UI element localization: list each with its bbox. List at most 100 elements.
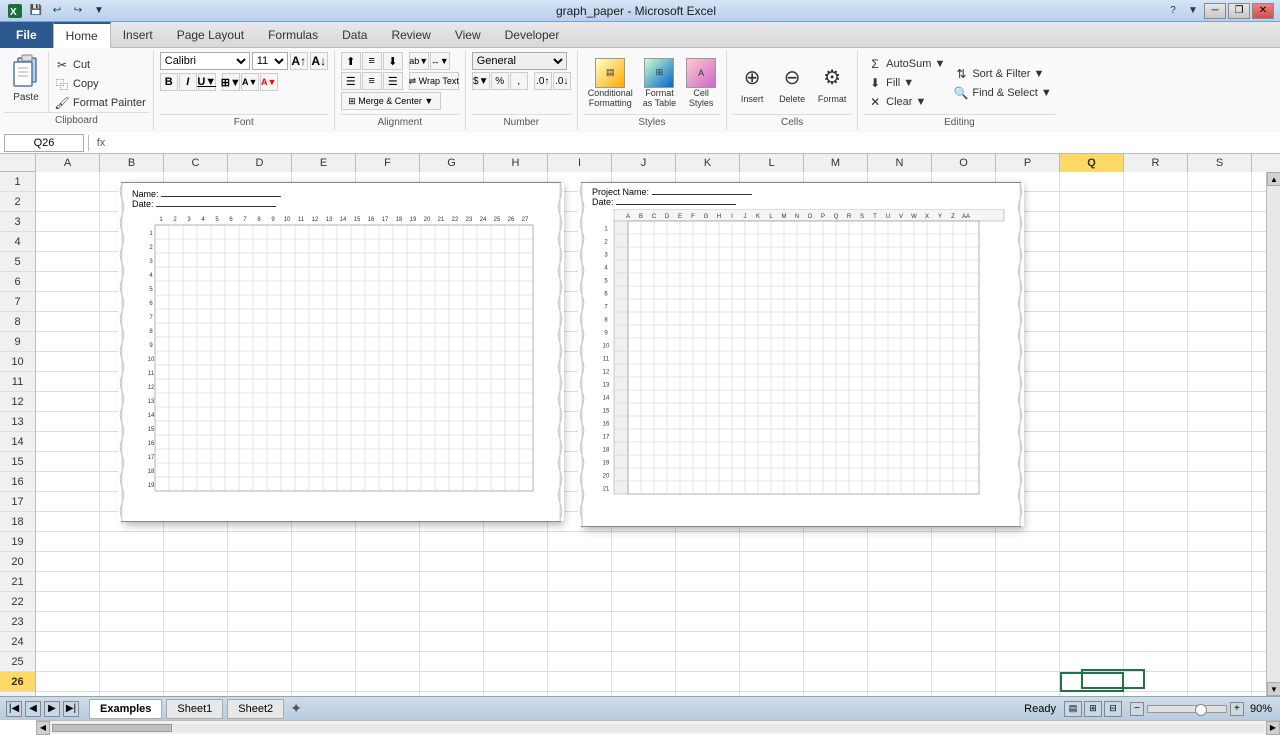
cell-A10[interactable]: [36, 352, 100, 372]
cell-F26[interactable]: [356, 672, 420, 692]
cell-Q1[interactable]: [1060, 172, 1124, 192]
cell-F25[interactable]: [356, 652, 420, 672]
cell-M19[interactable]: [804, 532, 868, 552]
cell-T22[interactable]: [1252, 592, 1266, 612]
cell-K23[interactable]: [676, 612, 740, 632]
cell-E27[interactable]: [292, 692, 356, 696]
customize-btn[interactable]: ▼: [90, 3, 108, 19]
orientation-btn[interactable]: ab▼: [409, 52, 429, 70]
cell-A25[interactable]: [36, 652, 100, 672]
cell-B20[interactable]: [100, 552, 164, 572]
cell-T24[interactable]: [1252, 632, 1266, 652]
cell-R24[interactable]: [1124, 632, 1188, 652]
cell-R22[interactable]: [1124, 592, 1188, 612]
col-header-J[interactable]: J: [612, 154, 676, 172]
cell-F19[interactable]: [356, 532, 420, 552]
cell-L21[interactable]: [740, 572, 804, 592]
cell-K26[interactable]: [676, 672, 740, 692]
cell-Q8[interactable]: [1060, 312, 1124, 332]
cell-A14[interactable]: [36, 432, 100, 452]
cell-A2[interactable]: [36, 192, 100, 212]
zoom-out-btn[interactable]: −: [1130, 702, 1144, 716]
tab-insert[interactable]: Insert: [111, 22, 165, 48]
tab-page-layout[interactable]: Page Layout: [165, 22, 256, 48]
page-break-view-btn[interactable]: ⊟: [1104, 701, 1122, 717]
cell-K27[interactable]: [676, 692, 740, 696]
cell-I19[interactable]: [548, 532, 612, 552]
cell-J27[interactable]: [612, 692, 676, 696]
cell-S22[interactable]: [1188, 592, 1252, 612]
cell-A21[interactable]: [36, 572, 100, 592]
cell-S4[interactable]: [1188, 232, 1252, 252]
page-layout-view-btn[interactable]: ⊞: [1084, 701, 1102, 717]
cut-button[interactable]: ✂ Cut: [51, 56, 149, 74]
cell-D26[interactable]: [228, 672, 292, 692]
zoom-slider[interactable]: [1147, 705, 1227, 713]
col-header-R[interactable]: R: [1124, 154, 1188, 172]
col-header-M[interactable]: M: [804, 154, 868, 172]
cell-R23[interactable]: [1124, 612, 1188, 632]
cell-R18[interactable]: [1124, 512, 1188, 532]
cell-G24[interactable]: [420, 632, 484, 652]
prev-sheet-btn[interactable]: ◀: [25, 701, 41, 717]
cell-H22[interactable]: [484, 592, 548, 612]
cell-T12[interactable]: [1252, 392, 1266, 412]
cell-R15[interactable]: [1124, 452, 1188, 472]
align-center-btn[interactable]: ≡: [362, 72, 382, 90]
format-painter-button[interactable]: 🖌 Format Painter: [51, 94, 149, 112]
cell-S13[interactable]: [1188, 412, 1252, 432]
cell-H21[interactable]: [484, 572, 548, 592]
delete-btn[interactable]: ⊖ Delete: [773, 61, 811, 106]
cell-P26[interactable]: [996, 672, 1060, 692]
cell-T14[interactable]: [1252, 432, 1266, 452]
cell-P23[interactable]: [996, 612, 1060, 632]
cell-I23[interactable]: [548, 612, 612, 632]
cell-T17[interactable]: [1252, 492, 1266, 512]
cell-L27[interactable]: [740, 692, 804, 696]
col-header-T[interactable]: T: [1252, 154, 1280, 172]
cell-A11[interactable]: [36, 372, 100, 392]
cell-M27[interactable]: [804, 692, 868, 696]
cell-K21[interactable]: [676, 572, 740, 592]
cell-H20[interactable]: [484, 552, 548, 572]
cell-Q21[interactable]: [1060, 572, 1124, 592]
cell-L20[interactable]: [740, 552, 804, 572]
cell-I26[interactable]: [548, 672, 612, 692]
redo-btn[interactable]: ↪: [69, 3, 87, 19]
cell-T18[interactable]: [1252, 512, 1266, 532]
cell-G20[interactable]: [420, 552, 484, 572]
cell-Q4[interactable]: [1060, 232, 1124, 252]
cell-F20[interactable]: [356, 552, 420, 572]
cell-R11[interactable]: [1124, 372, 1188, 392]
next-sheet-btn[interactable]: ▶: [44, 701, 60, 717]
cell-T2[interactable]: [1252, 192, 1266, 212]
cell-R26[interactable]: [1124, 672, 1188, 692]
cell-C23[interactable]: [164, 612, 228, 632]
cell-B25[interactable]: [100, 652, 164, 672]
cell-J23[interactable]: [612, 612, 676, 632]
cell-C20[interactable]: [164, 552, 228, 572]
cell-B23[interactable]: [100, 612, 164, 632]
cell-styles-btn[interactable]: A CellStyles: [682, 56, 720, 111]
wrap-text-btn[interactable]: ⇌ Wrap Text: [409, 72, 459, 90]
autosum-btn[interactable]: Σ AutoSum ▼: [864, 55, 948, 73]
col-header-D[interactable]: D: [228, 154, 292, 172]
cell-R5[interactable]: [1124, 252, 1188, 272]
align-top-btn[interactable]: ⬆: [341, 52, 361, 70]
cell-B26[interactable]: [100, 672, 164, 692]
cell-O23[interactable]: [932, 612, 996, 632]
cell-S16[interactable]: [1188, 472, 1252, 492]
increase-font-btn[interactable]: A↑: [290, 52, 308, 70]
tab-data[interactable]: Data: [330, 22, 379, 48]
cell-Q10[interactable]: [1060, 352, 1124, 372]
cell-D23[interactable]: [228, 612, 292, 632]
sheet-tab-examples[interactable]: Examples: [89, 699, 162, 719]
cell-S24[interactable]: [1188, 632, 1252, 652]
cell-Q14[interactable]: [1060, 432, 1124, 452]
col-header-L[interactable]: L: [740, 154, 804, 172]
scroll-up-btn[interactable]: ▲: [1267, 172, 1280, 186]
cell-S3[interactable]: [1188, 212, 1252, 232]
cell-G26[interactable]: [420, 672, 484, 692]
fill-color-button[interactable]: A▼: [241, 73, 259, 91]
first-sheet-btn[interactable]: |◀: [6, 701, 22, 717]
